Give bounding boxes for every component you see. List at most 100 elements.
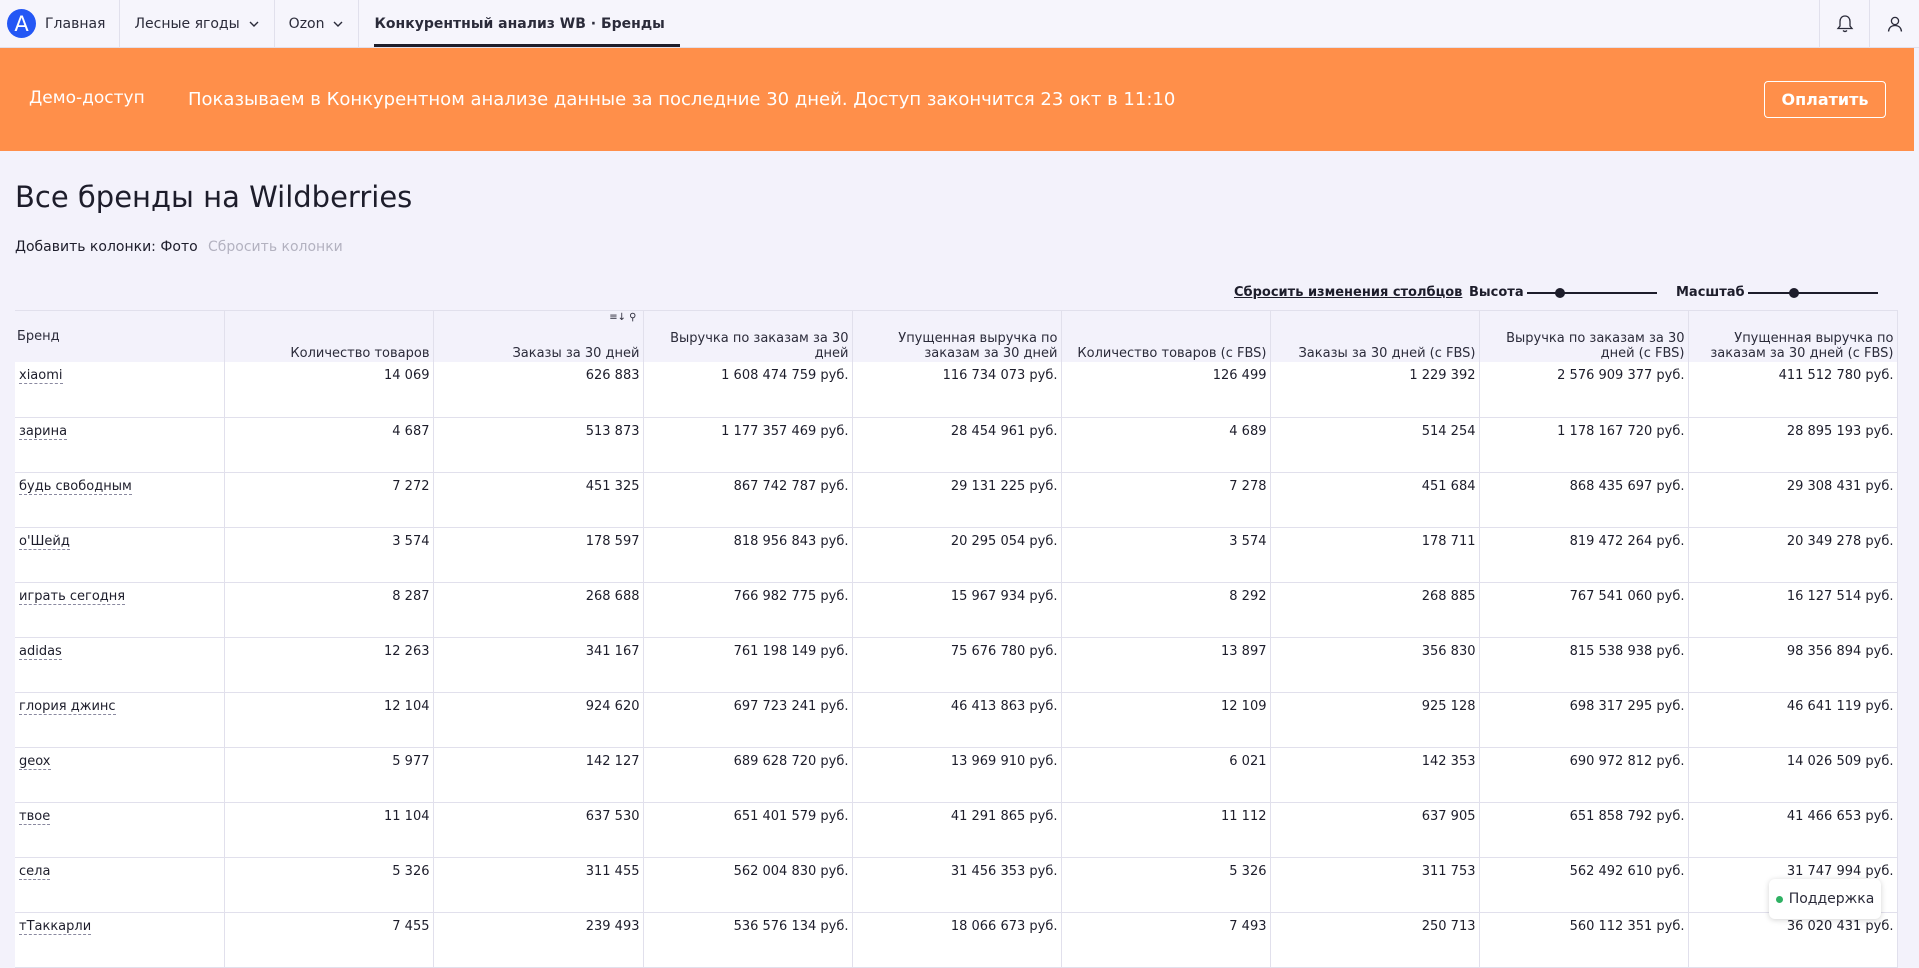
table-cell: 14 026 509 руб. (1688, 747, 1898, 803)
table-cell: 562 492 610 руб. (1479, 857, 1689, 913)
notifications-button[interactable] (1819, 0, 1869, 47)
support-label: Поддержка (1788, 891, 1875, 907)
scale-slider[interactable] (1748, 288, 1878, 298)
table-cell: 341 167 (433, 637, 644, 693)
bell-icon (1836, 14, 1853, 32)
row-height-slider[interactable] (1527, 288, 1657, 298)
table-cell: 8 287 (224, 582, 434, 638)
brand-cell[interactable]: adidas (15, 637, 225, 693)
column-header-products-count-fbs[interactable]: Количество товаров (с FBS) (1061, 310, 1271, 362)
column-header-lost-revenue-30d[interactable]: Упущенная выручка по заказам за 30 дней (852, 310, 1062, 362)
table-cell: 31 456 353 руб. (852, 857, 1062, 913)
table-cell: 12 104 (224, 692, 434, 748)
brand-link[interactable]: xiaomi (19, 368, 63, 384)
chevron-down-icon (249, 21, 259, 27)
brand-cell[interactable]: твое (15, 802, 225, 858)
column-header-orders-30d[interactable]: ≡↓ ⚲ Заказы за 30 дней (433, 310, 644, 362)
add-column-photo-option[interactable]: Фото (160, 239, 197, 255)
table-cell: 46 641 119 руб. (1688, 692, 1898, 748)
brand-link[interactable]: geox (19, 753, 51, 770)
brand-link[interactable]: зарина (19, 423, 68, 440)
table-cell: 514 254 (1270, 417, 1480, 473)
scale-slider-knob[interactable] (1788, 288, 1799, 298)
support-chat-button[interactable]: Поддержка (1769, 879, 1881, 919)
table-cell: 46 413 863 руб. (852, 692, 1062, 748)
table-cell: 560 112 351 руб. (1479, 912, 1689, 968)
table-cell: 7 455 (224, 912, 434, 968)
table-cell: 29 131 225 руб. (852, 472, 1062, 528)
table-cell: 239 493 (433, 912, 644, 968)
table-row: geox 5 977 142 127 689 628 720 руб. 13 969 9… (15, 747, 1898, 803)
table-row: adidas 12 263 341 167 761 198 149 руб. 75 67… (15, 637, 1898, 693)
nav-home-label: Главная (45, 15, 106, 32)
brand-link[interactable]: adidas (19, 643, 62, 660)
brand-link[interactable]: тТаккарли (19, 918, 92, 935)
table-cell: 868 435 697 руб. (1479, 472, 1689, 528)
table-row: твое 11 104 637 530 651 401 579 руб. 41 291 … (15, 802, 1898, 858)
nav-marketplace-dropdown[interactable]: Ozon (275, 0, 360, 47)
reset-columns-link[interactable]: Сбросить колонки (208, 239, 343, 255)
brand-cell[interactable]: играть сегодня (15, 582, 225, 638)
table-cell: 925 128 (1270, 692, 1480, 748)
nav-tab-competitor-brands[interactable]: Конкурентный анализ WB · Бренды (359, 0, 681, 47)
brand-link[interactable]: будь свободным (19, 478, 132, 495)
nav-marketplace-label: Ozon (288, 15, 325, 32)
table-cell: 1 177 357 469 руб. (643, 417, 853, 473)
brand-link[interactable]: твое (19, 808, 51, 825)
brand-cell[interactable]: села (15, 857, 225, 913)
table-cell: 626 883 (433, 362, 644, 418)
table-cell: 15 967 934 руб. (852, 582, 1062, 638)
nav-home[interactable]: A Главная (0, 0, 121, 47)
table-cell: 41 466 653 руб. (1688, 802, 1898, 858)
brand-cell[interactable]: тТаккарли (15, 912, 225, 968)
brand-cell[interactable]: глория джинс (15, 692, 225, 748)
column-header-revenue-30d[interactable]: Выручка по заказам за 30 дней (643, 310, 853, 362)
top-navbar: A Главная Лесные ягоды Ozon Конкурентный… (0, 0, 1919, 48)
column-header-products-count[interactable]: Количество товаров (224, 310, 434, 362)
table-cell: 4 687 (224, 417, 434, 473)
pay-button[interactable]: Оплатить (1764, 81, 1886, 118)
column-header-lost-revenue-30d-fbs[interactable]: Упущенная выручка по заказам за 30 дней … (1688, 310, 1898, 362)
table-cell: 819 472 264 руб. (1479, 527, 1689, 583)
table-cell: 75 676 780 руб. (852, 637, 1062, 693)
column-header-orders-30d-fbs[interactable]: Заказы за 30 дней (с FBS) (1270, 310, 1480, 362)
table-cell: 14 069 (224, 362, 434, 418)
table-row: играть сегодня 8 287 268 688 766 982 775 ру… (15, 582, 1898, 638)
table-row: глория джинс 12 104 924 620 697 723 241 руб… (15, 692, 1898, 748)
table-cell: 12 109 (1061, 692, 1271, 748)
table-cell: 356 830 (1270, 637, 1480, 693)
brand-cell[interactable]: зарина (15, 417, 225, 473)
table-cell: 815 538 938 руб. (1479, 637, 1689, 693)
table-row: xiaomi 14 069 626 883 1 608 474 759 руб. 116… (15, 362, 1898, 418)
column-header-brand[interactable]: Бренд (15, 310, 225, 362)
column-header-revenue-30d-fbs[interactable]: Выручка по заказам за 30 дней (с FBS) (1479, 310, 1689, 362)
chevron-down-icon (333, 21, 343, 27)
brand-link[interactable]: играть сегодня (19, 588, 126, 605)
table-cell: 818 956 843 руб. (643, 527, 853, 583)
brand-link[interactable]: о'Шейд (19, 533, 70, 550)
table-cell: 6 021 (1061, 747, 1271, 803)
brand-cell[interactable]: будь свободным (15, 472, 225, 528)
brand-cell[interactable]: geox (15, 747, 225, 803)
add-columns-row: Добавить колонки: Фото (15, 239, 198, 255)
table-cell: 41 291 865 руб. (852, 802, 1062, 858)
table-cell: 250 713 (1270, 912, 1480, 968)
reset-column-changes-link[interactable]: Сбросить изменения столбцов (1234, 285, 1462, 300)
table-cell: 1 608 474 759 руб. (643, 362, 853, 418)
table-cell: 3 574 (1061, 527, 1271, 583)
brand-cell[interactable]: xiaomi (15, 362, 225, 418)
profile-button[interactable] (1869, 0, 1919, 47)
table-cell: 16 127 514 руб. (1688, 582, 1898, 638)
table-cell: 5 326 (1061, 857, 1271, 913)
brand-link[interactable]: села (19, 863, 51, 880)
row-height-slider-knob[interactable] (1554, 288, 1565, 298)
table-cell: 411 512 780 руб. (1688, 362, 1898, 418)
table-cell: 126 499 (1061, 362, 1271, 418)
brand-cell[interactable]: о'Шейд (15, 527, 225, 583)
table-cell: 689 628 720 руб. (643, 747, 853, 803)
sort-filter-icon[interactable]: ≡↓ ⚲ (609, 313, 636, 323)
brand-link[interactable]: глория джинс (19, 698, 116, 715)
table-cell: 142 127 (433, 747, 644, 803)
table-cell: 5 326 (224, 857, 434, 913)
nav-project-dropdown[interactable]: Лесные ягоды (120, 0, 275, 47)
